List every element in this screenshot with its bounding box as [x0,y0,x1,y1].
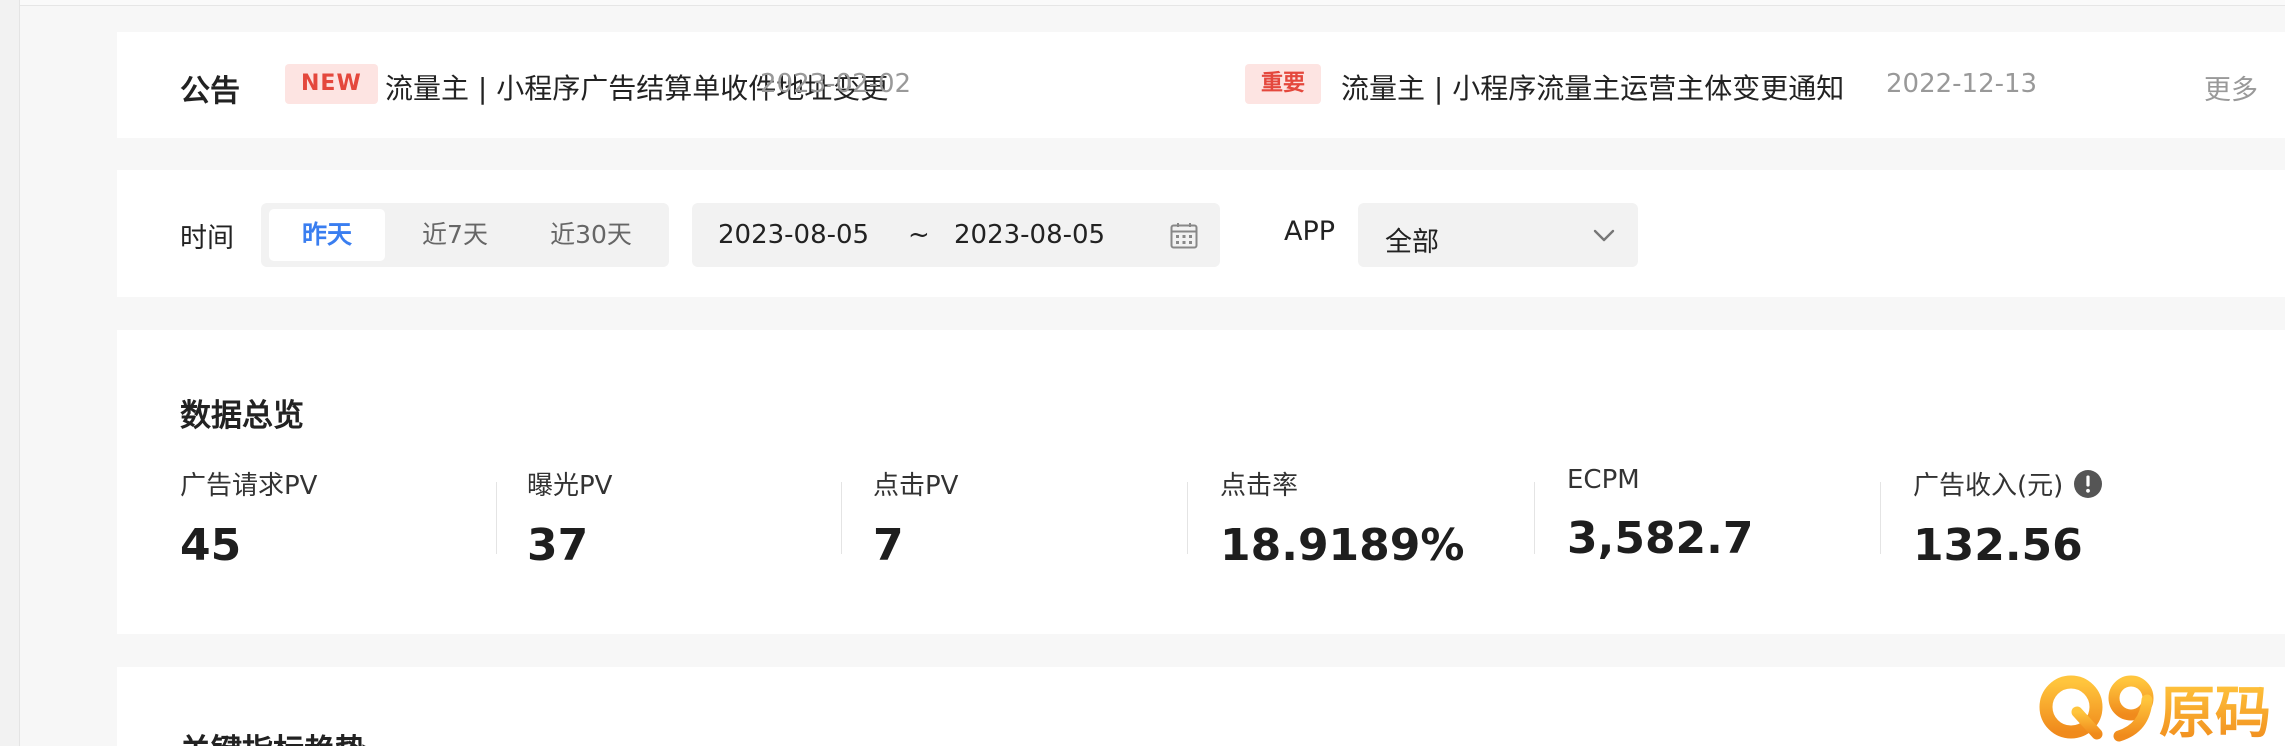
metric-label: 点击率 [1220,471,1299,501]
metric-ad-request-pv: 广告请求PV 45 [180,465,480,571]
notice-item-link[interactable]: 流量主 | 小程序流量主运营主体变更通知 [1341,67,1844,107]
metric-label: ECPM [1567,465,1640,495]
metric-value: 3,582.7 [1567,513,1754,564]
watermark-logo: 原码 [2039,675,2271,742]
metric-ad-revenue: 广告收入(元) 132.56 [1913,465,2213,571]
data-overview-card: 数据总览 广告请求PV 45 曝光PV 37 点击PV 7 点击率 18.918… [117,330,2285,634]
metric-value: 7 [873,520,904,571]
metric-value: 37 [527,520,589,571]
chevron-down-icon [1593,229,1615,242]
date-end[interactable]: 2023-08-05 [954,220,1105,250]
metric-impression-pv: 曝光PV 37 [527,465,827,571]
metric-divider [841,482,842,554]
key-metrics-trend-card: 关键指标趋势 [117,667,2285,746]
metric-click-pv: 点击PV 7 [873,465,1173,571]
time-label: 时间 [180,223,234,254]
top-border [0,0,2285,6]
section-title: 关键指标趋势 [180,725,366,746]
segment-30-days[interactable]: 近30天 [523,209,659,261]
segment-7-days[interactable]: 近7天 [395,209,515,261]
app-select-value: 全部 [1385,227,1439,258]
section-title: 数据总览 [180,398,304,434]
notice-title: 公告 [180,74,240,109]
notice-tag-important: 重要 [1245,64,1322,104]
metric-label-row: 广告收入(元) [1913,465,2213,502]
segment-yesterday[interactable]: 昨天 [269,209,385,261]
calendar-icon[interactable] [1170,222,1198,249]
time-range-segmented-control: 昨天 近7天 近30天 [261,203,669,267]
metric-label: 广告收入(元) [1913,471,2064,501]
date-separator: ~ [908,220,930,250]
metric-ecpm: ECPM 3,582.7 [1567,465,1867,564]
app-label: APP [1284,216,1336,247]
metric-ctr: 点击率 18.9189% [1220,465,1520,571]
metric-value: 45 [180,520,242,571]
metric-label: 曝光PV [527,471,613,501]
date-start[interactable]: 2023-08-05 [718,220,869,250]
metric-divider [496,482,497,554]
metric-label: 广告请求PV [180,471,318,501]
date-range-picker[interactable]: 2023-08-05 ~ 2023-08-05 [692,203,1220,267]
metric-divider [1534,482,1535,554]
metric-label: 点击PV [873,471,959,501]
metric-value: 132.56 [1913,520,2083,571]
metric-value: 18.9189% [1220,520,1465,571]
notice-tag-new: NEW [285,64,378,104]
filter-bar: 时间 昨天 近7天 近30天 2023-08-05 ~ 2023-08-05 A… [117,170,2285,297]
more-link[interactable]: 更多 [2204,68,2258,107]
left-sidebar-edge [0,0,20,746]
svg-text:原码: 原码 [2159,681,2271,742]
notice-item-date: 2022-12-13 [1886,69,2038,99]
notice-bar: 公告 NEW 流量主 | 小程序广告结算单收件地址变更 2023-02-02 重… [117,32,2285,138]
app-select[interactable]: 全部 [1358,203,1638,267]
notice-item-date: 2023-02-02 [760,69,912,99]
info-icon[interactable] [2073,469,2103,499]
metric-divider [1187,482,1188,554]
metric-divider [1880,482,1881,554]
